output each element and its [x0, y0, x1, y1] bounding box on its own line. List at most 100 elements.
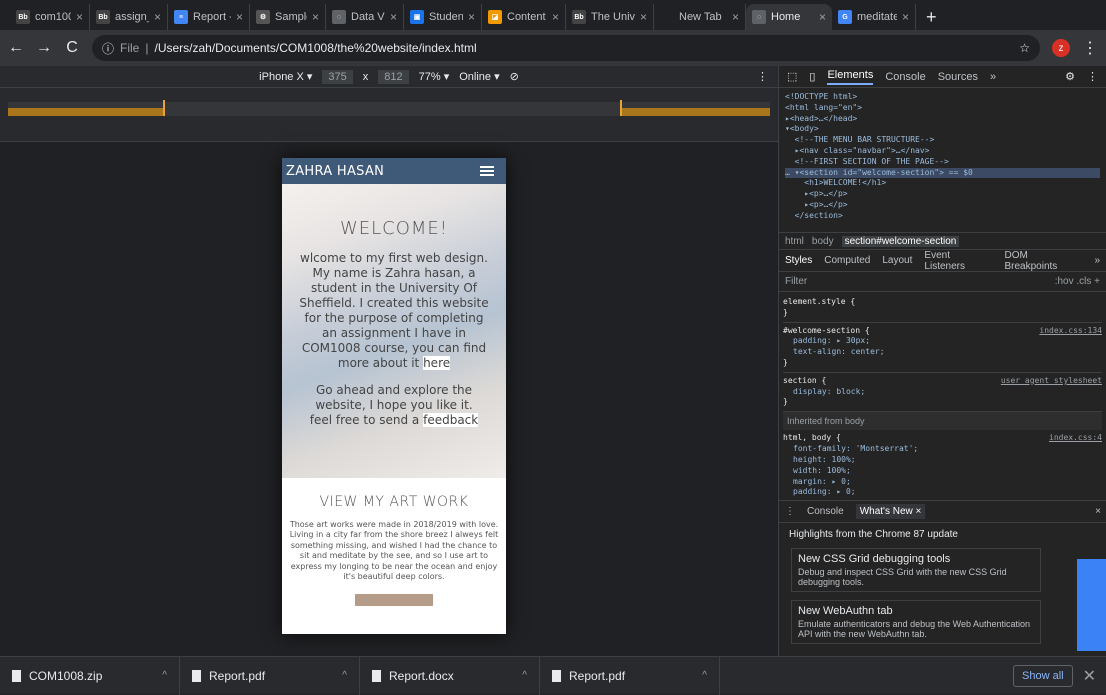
browser-tab[interactable]: ≡ Report - G × [168, 4, 250, 30]
width-input[interactable]: 375 [322, 69, 353, 84]
inspect-element-icon[interactable]: ⬚ [787, 70, 797, 83]
art-image[interactable] [355, 594, 433, 607]
dom-node-line[interactable]: <!--FIRST SECTION OF THE PAGE--> [785, 157, 1100, 168]
css-source-link[interactable]: index.css:134 [1039, 326, 1102, 337]
filter-input[interactable]: Filter [785, 276, 807, 287]
drawer-tab-console[interactable]: Console [807, 506, 844, 517]
css-property[interactable]: padding: ▸ 30px; [783, 336, 1102, 347]
device-toolbar-menu-icon[interactable]: ⋮ [757, 70, 768, 83]
info-icon[interactable]: ⓘ [102, 40, 114, 57]
tab-elements[interactable]: Elements [827, 69, 874, 85]
download-item[interactable]: COM1008.zip ^ [0, 656, 180, 695]
devtools-menu-icon[interactable]: ⋮ [1087, 70, 1098, 83]
tab-styles[interactable]: Styles [785, 255, 812, 266]
back-arrow-icon[interactable]: ← [8, 39, 24, 57]
feature-card[interactable]: New CSS Grid debugging tools Debug and i… [791, 548, 1041, 592]
css-source-link[interactable]: index.css:4 [1049, 433, 1102, 444]
tab-close-icon[interactable]: × [902, 10, 909, 24]
address-bar[interactable]: ⓘ File | /Users/zah/Documents/COM1008/th… [92, 35, 1040, 61]
css-property[interactable]: height: 100%; [783, 455, 1102, 466]
dom-node-line[interactable]: ▸<nav class="navbar">…</nav> [785, 146, 1100, 157]
reload-icon[interactable]: C [64, 39, 80, 57]
browser-tab[interactable]: ◌ Data Visu × [326, 4, 404, 30]
dom-tree[interactable]: <!DOCTYPE html> <html lang="en"> ▸<head>…<… [779, 88, 1106, 232]
dom-node-line[interactable]: ▸<p>…</p> [785, 189, 1100, 200]
chevron-up-icon[interactable]: ^ [342, 670, 347, 681]
browser-tab[interactable]: ◪ Content × [482, 4, 566, 30]
browser-tab[interactable]: ⚙ Sample a × [250, 4, 326, 30]
browser-tab[interactable]: Bb assign_o × [90, 4, 168, 30]
tab-dom-breakpoints[interactable]: DOM Breakpoints [1004, 250, 1082, 272]
settings-gear-icon[interactable]: ⚙ [1065, 70, 1075, 83]
media-query-range-left[interactable] [8, 108, 164, 116]
profile-avatar[interactable]: z [1052, 39, 1070, 57]
drawer-menu-icon[interactable]: ⋮ [785, 506, 795, 517]
tab-close-icon[interactable]: × [390, 10, 397, 24]
browser-tab[interactable]: New Tab × [654, 4, 746, 30]
css-source-link[interactable]: user agent stylesheet [1001, 376, 1102, 387]
tab-layout[interactable]: Layout [882, 255, 912, 266]
breadcrumb-section[interactable]: section#welcome-section [841, 235, 960, 247]
dom-node-line[interactable]: ▸<p>…</p> [785, 200, 1100, 211]
browser-tab[interactable]: Bb com1008 × [10, 4, 90, 30]
network-throttle-select[interactable]: Online ▾ [459, 70, 499, 83]
dom-node-line[interactable]: <html lang="en"> [785, 103, 1100, 114]
dom-node-line[interactable]: <h1>WELCOME!</h1> [785, 178, 1100, 189]
dom-node-line[interactable]: ▸<head>…</head> [785, 114, 1100, 125]
download-item[interactable]: Report.pdf ^ [540, 656, 720, 695]
download-item[interactable]: Report.docx ^ [360, 656, 540, 695]
site-brand[interactable]: ZAHRA HASAN [286, 164, 384, 179]
rotate-icon[interactable]: ⊘ [510, 70, 519, 83]
dom-node-line[interactable]: </section> [785, 211, 1100, 222]
css-rule[interactable]: #welcome-section {index.css:134 padding: … [783, 323, 1102, 373]
close-icon[interactable]: ✕ [1083, 666, 1096, 686]
css-property[interactable]: padding: ▸ 0; [783, 487, 1102, 498]
here-link[interactable]: here [423, 356, 451, 370]
bookmark-star-icon[interactable]: ☆ [1019, 41, 1030, 55]
drawer-tab-whats-new[interactable]: What's New × [855, 504, 926, 519]
css-rule[interactable]: element.style {} [783, 294, 1102, 323]
browser-tab[interactable]: Gmeditate × [832, 4, 916, 30]
media-query-range-right[interactable] [620, 108, 770, 116]
browser-tab[interactable]: ◌ Home × [746, 4, 832, 30]
tab-close-icon[interactable]: × [552, 10, 559, 24]
browser-tab[interactable]: Bb The Unive × [566, 4, 654, 30]
chevron-up-icon[interactable]: ^ [702, 670, 707, 681]
breadcrumb-body[interactable]: body [812, 236, 834, 247]
tab-close-icon[interactable]: × [154, 10, 161, 24]
forward-arrow-icon[interactable]: → [36, 39, 52, 57]
menu-kebab-icon[interactable]: ⋮ [1082, 38, 1098, 58]
css-property[interactable]: width: 100%; [783, 466, 1102, 477]
tab-computed[interactable]: Computed [824, 255, 870, 266]
tab-close-icon[interactable]: × [640, 10, 647, 24]
height-input[interactable]: 812 [378, 69, 409, 84]
more-tabs-button[interactable]: » [990, 71, 996, 83]
chevron-up-icon[interactable]: ^ [162, 670, 167, 681]
download-item[interactable]: Report.pdf ^ [180, 656, 360, 695]
feedback-link[interactable]: feedback [423, 413, 479, 427]
tab-close-icon[interactable]: × [468, 10, 475, 24]
new-tab-button[interactable]: + [916, 4, 947, 30]
dom-node-line[interactable]: ▾<body> [785, 124, 1100, 135]
device-select[interactable]: iPhone X ▾ [259, 70, 312, 83]
css-property[interactable]: text-align: center; [783, 347, 1102, 358]
dom-node-line[interactable]: <!DOCTYPE html> [785, 92, 1100, 103]
browser-tab[interactable]: ▣ Students × [404, 4, 482, 30]
feature-card[interactable]: New WebAuthn tab Emulate authenticators … [791, 600, 1041, 644]
drawer-close-icon[interactable]: × [1095, 506, 1101, 517]
tab-close-icon[interactable]: × [312, 10, 319, 24]
filter-tools[interactable]: :hov .cls + [1055, 276, 1100, 287]
css-property[interactable]: font-family: 'Montserrat'; [783, 444, 1102, 455]
tab-sources[interactable]: Sources [938, 71, 978, 83]
more-pane-tabs-button[interactable]: » [1094, 255, 1100, 266]
tab-close-icon[interactable]: × [819, 10, 826, 24]
breadcrumb-html[interactable]: html [785, 236, 804, 247]
chevron-up-icon[interactable]: ^ [522, 670, 527, 681]
css-property[interactable]: margin: ▸ 0; [783, 477, 1102, 488]
device-mode-icon[interactable]: ▯ [809, 70, 815, 83]
show-all-button[interactable]: Show all [1013, 664, 1073, 687]
css-rule[interactable]: html, body {index.css:4 font-family: 'Mon… [783, 430, 1102, 503]
tab-close-icon[interactable]: × [732, 10, 739, 24]
css-property[interactable]: display: block; [783, 387, 1102, 398]
tab-console[interactable]: Console [885, 71, 925, 83]
